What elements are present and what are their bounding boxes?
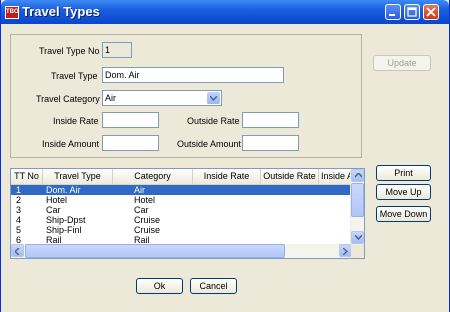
maximize-icon xyxy=(407,7,417,17)
travel-type-no-field: 1 xyxy=(102,42,132,58)
row-category: Air xyxy=(134,185,145,195)
travel-type-no-label: Travel Type No xyxy=(39,46,100,56)
travel-category-select[interactable]: Air xyxy=(102,90,222,106)
close-icon xyxy=(426,7,436,17)
column-header-inside-rate[interactable]: Inside Rate xyxy=(193,169,261,184)
window-title: Travel Types xyxy=(22,4,100,19)
row-category: Car xyxy=(134,205,149,215)
category-dropdown-button[interactable] xyxy=(207,92,220,104)
vertical-scroll-thumb[interactable] xyxy=(351,183,364,217)
row-tt-no: 5 xyxy=(16,225,22,235)
travel-type-input[interactable]: Dom. Air xyxy=(102,67,284,83)
travel-type-label: Travel Type xyxy=(51,71,98,81)
table-row[interactable]: 3 Car Car xyxy=(11,205,352,215)
row-travel-type: Ship-Finl xyxy=(46,225,82,235)
column-header-inside-amount[interactable]: Inside Ar xyxy=(319,169,352,184)
chevron-right-icon xyxy=(343,248,348,255)
outside-rate-input[interactable] xyxy=(242,112,299,128)
title-bar[interactable]: TBO Travel Types xyxy=(1,0,449,24)
row-travel-type: Car xyxy=(46,205,61,215)
travel-types-list[interactable]: TT No Travel Type Category Inside Rate O… xyxy=(10,168,365,259)
row-tt-no: 3 xyxy=(16,205,22,215)
chevron-down-icon xyxy=(355,235,362,240)
outside-amount-input[interactable] xyxy=(242,135,299,151)
inside-amount-input[interactable] xyxy=(102,135,159,151)
row-tt-no: 4 xyxy=(16,215,22,225)
scroll-left-button[interactable] xyxy=(11,244,24,257)
table-row[interactable]: 2 Hotel Hotel xyxy=(11,195,352,205)
table-row[interactable]: 1 Dom. Air Air xyxy=(11,185,352,195)
chevron-down-icon xyxy=(210,96,217,101)
outside-rate-label: Outside Rate xyxy=(187,116,240,126)
app-icon: TBO xyxy=(5,6,19,19)
update-button[interactable]: Update xyxy=(373,55,431,71)
print-button[interactable]: Print xyxy=(376,165,431,181)
horizontal-scrollbar[interactable] xyxy=(11,244,352,258)
minimize-icon xyxy=(389,14,395,16)
table-row[interactable]: 4 Ship-Dpst Cruise xyxy=(11,215,352,225)
row-category: Cruise xyxy=(134,215,161,225)
chevron-left-icon xyxy=(15,248,20,255)
scroll-down-button[interactable] xyxy=(351,231,364,244)
list-header: TT No Travel Type Category Inside Rate O… xyxy=(11,169,352,185)
inside-amount-label: Inside Amount xyxy=(42,139,100,149)
ok-button[interactable]: Ok xyxy=(136,278,183,294)
move-up-button[interactable]: Move Up xyxy=(376,184,431,200)
row-travel-type: Ship-Dpst xyxy=(46,215,86,225)
column-header-travel-type[interactable]: Travel Type xyxy=(43,169,113,184)
minimize-button[interactable] xyxy=(385,4,401,20)
travel-category-label: Travel Category xyxy=(36,94,100,104)
move-down-button[interactable]: Move Down xyxy=(376,206,431,222)
outside-amount-label: Outside Amount xyxy=(177,139,242,149)
column-header-outside-rate[interactable]: Outside Rate xyxy=(261,169,319,184)
travel-category-value: Air xyxy=(105,93,116,103)
inside-rate-input[interactable] xyxy=(102,112,159,128)
horizontal-scroll-thumb[interactable] xyxy=(25,244,285,258)
chevron-up-icon xyxy=(355,173,362,178)
scrollbar-corner xyxy=(351,244,364,258)
row-travel-type: Dom. Air xyxy=(46,185,81,195)
row-tt-no: 1 xyxy=(16,185,22,195)
maximize-button[interactable] xyxy=(404,4,420,20)
row-travel-type: Hotel xyxy=(46,195,68,205)
inside-rate-label: Inside Rate xyxy=(53,116,99,126)
scroll-up-button[interactable] xyxy=(351,169,364,182)
table-row[interactable]: 5 Ship-Finl Cruise xyxy=(11,225,352,235)
row-category: Hotel xyxy=(134,195,156,205)
cancel-button[interactable]: Cancel xyxy=(190,278,237,294)
column-header-tt-no[interactable]: TT No xyxy=(11,169,43,184)
close-button[interactable] xyxy=(423,4,439,20)
row-category: Cruise xyxy=(134,225,161,235)
vertical-scrollbar[interactable] xyxy=(350,169,364,244)
travel-types-window: TBO Travel Types Travel Type No 1 Travel… xyxy=(0,0,450,312)
column-header-category[interactable]: Category xyxy=(113,169,193,184)
row-tt-no: 2 xyxy=(16,195,22,205)
